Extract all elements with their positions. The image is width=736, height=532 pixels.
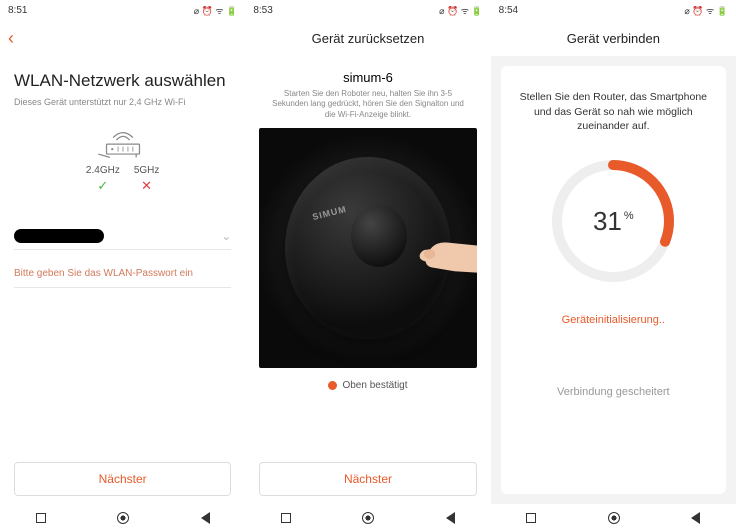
- robot-brand-label: SIMUM: [311, 204, 347, 222]
- router-illustration: 2.4GHz ✓ 5GHz ✕: [14, 131, 231, 194]
- page-title: WLAN-Netzwerk auswählen: [14, 70, 231, 91]
- android-nav: [245, 504, 490, 532]
- progress-value: 31%: [548, 156, 678, 286]
- status-time: 8:54: [499, 5, 518, 16]
- header: Gerät zurücksetzen: [245, 20, 490, 56]
- nav-recent-icon[interactable]: [526, 513, 536, 523]
- next-button-label: Nächster: [99, 472, 147, 486]
- status-bar: 8:53 ⌀ ⏰ ᯤ 🔋: [245, 0, 490, 20]
- progress-ring: 31%: [548, 156, 678, 286]
- header: ‹: [0, 20, 245, 56]
- android-nav: [491, 504, 736, 532]
- nav-home-icon[interactable]: [117, 512, 129, 524]
- next-button[interactable]: Nächster: [14, 462, 231, 496]
- card-instruction: Stellen Sie den Router, das Smartphone u…: [515, 90, 712, 134]
- back-button[interactable]: ‹: [8, 28, 14, 49]
- content: Stellen Sie den Router, das Smartphone u…: [491, 56, 736, 504]
- hand-icon: [399, 224, 477, 284]
- next-button-label: Nächster: [344, 472, 392, 486]
- freq-24: 2.4GHz ✓: [86, 165, 120, 194]
- freq-5-label: 5GHz: [134, 165, 160, 176]
- fail-status: Verbindung gescheitert: [557, 386, 670, 398]
- device-name: simum-6: [259, 70, 476, 85]
- robot-image: SIMUM: [259, 128, 476, 368]
- content: simum-6 Starten Sie den Roboter neu, hal…: [245, 56, 490, 504]
- status-bar: 8:54 ⌀ ⏰ ᯤ 🔋: [491, 0, 736, 20]
- cross-icon: ✕: [141, 178, 152, 194]
- status-icons: ⌀ ⏰ ᯤ 🔋: [684, 4, 728, 17]
- screen-device-reset: 8:53 ⌀ ⏰ ᯤ 🔋 Gerät zurücksetzen simum-6 …: [245, 0, 490, 532]
- status-icons: ⌀ ⏰ ᯤ 🔋: [439, 4, 483, 17]
- android-nav: [0, 504, 245, 532]
- header: Gerät verbinden: [491, 20, 736, 56]
- progress-number: 31: [593, 206, 622, 237]
- confirm-label: Oben bestätigt: [342, 380, 407, 391]
- progress-unit: %: [624, 210, 634, 222]
- confirm-checkbox[interactable]: Oben bestätigt: [259, 380, 476, 391]
- nav-back-icon[interactable]: [201, 512, 210, 524]
- radio-checked-icon: [328, 381, 337, 390]
- password-placeholder: Bitte geben Sie das WLAN-Passwort ein: [14, 268, 193, 279]
- reset-instructions: Starten Sie den Roboter neu, halten Sie …: [259, 85, 476, 120]
- frequency-row: 2.4GHz ✓ 5GHz ✕: [86, 165, 159, 194]
- page-subtitle: Dieses Gerät unterstützt nur 2,4 GHz Wi-…: [14, 97, 231, 107]
- init-status: Geräteinitialisierung..: [562, 314, 665, 326]
- ssid-select[interactable]: ⌄: [14, 222, 231, 250]
- status-time: 8:51: [8, 5, 27, 16]
- nav-home-icon[interactable]: [362, 512, 374, 524]
- header-title: Gerät zurücksetzen: [312, 31, 425, 46]
- nav-back-icon[interactable]: [691, 512, 700, 524]
- nav-recent-icon[interactable]: [36, 513, 46, 523]
- status-time: 8:53: [253, 5, 272, 16]
- check-icon: ✓: [97, 178, 108, 194]
- router-icon: [98, 131, 148, 159]
- ssid-value-redacted: [14, 229, 104, 243]
- nav-recent-icon[interactable]: [281, 513, 291, 523]
- chevron-down-icon: ⌄: [221, 229, 231, 243]
- nav-back-icon[interactable]: [446, 512, 455, 524]
- status-bar: 8:51 ⌀ ⏰ ᯤ 🔋: [0, 0, 245, 20]
- next-button[interactable]: Nächster: [259, 462, 476, 496]
- status-icons: ⌀ ⏰ ᯤ 🔋: [194, 4, 238, 17]
- password-input[interactable]: Bitte geben Sie das WLAN-Passwort ein: [14, 260, 231, 288]
- freq-5: 5GHz ✕: [134, 165, 160, 194]
- screen-wlan-select: 8:51 ⌀ ⏰ ᯤ 🔋 ‹ WLAN-Netzwerk auswählen D…: [0, 0, 245, 532]
- connect-card: Stellen Sie den Router, das Smartphone u…: [501, 66, 726, 494]
- content: WLAN-Netzwerk auswählen Dieses Gerät unt…: [0, 56, 245, 504]
- nav-home-icon[interactable]: [608, 512, 620, 524]
- screen-device-connect: 8:54 ⌀ ⏰ ᯤ 🔋 Gerät verbinden Stellen Sie…: [491, 0, 736, 532]
- freq-24-label: 2.4GHz: [86, 165, 120, 176]
- header-title: Gerät verbinden: [567, 31, 660, 46]
